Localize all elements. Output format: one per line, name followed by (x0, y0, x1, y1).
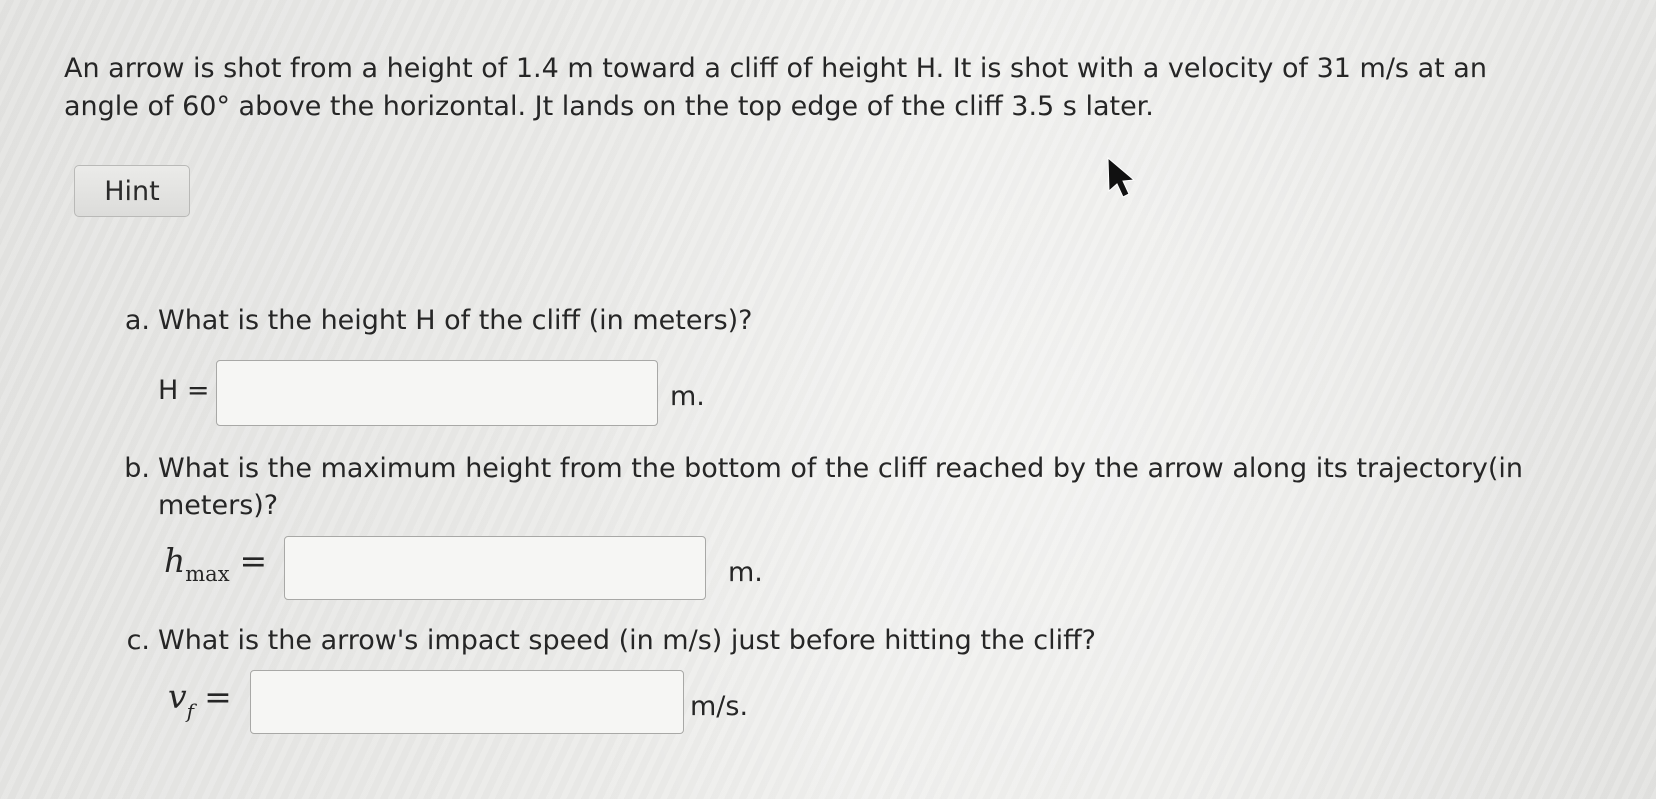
question-a: a. What is the height H of the cliff (in … (112, 302, 753, 339)
height-unit: m. (670, 381, 705, 412)
question-b: b. What is the maximum height from the bo… (112, 450, 1523, 524)
max-height-unit: m. (728, 557, 763, 588)
cliff-height-input[interactable] (216, 360, 658, 426)
impact-speed-unit: m/s. (690, 691, 749, 722)
vf-equals: = (204, 677, 232, 716)
question-b-text-line1: What is the maximum height from the bott… (158, 453, 1523, 484)
impact-speed-input[interactable] (250, 670, 684, 734)
mouse-pointer-icon (1107, 156, 1136, 198)
hmax-subscript: max (185, 562, 230, 586)
question-c: c. What is the arrow's impact speed (in m… (112, 622, 1096, 659)
question-c-letter: c. (126, 625, 150, 656)
hmax-label: hmax = (164, 541, 268, 586)
question-a-letter: a. (124, 305, 150, 336)
question-b-letter: b. (124, 453, 150, 484)
question-c-text: What is the arrow's impact speed (in m/s… (158, 625, 1096, 656)
problem-line-2: angle of 60° above the horizontal. Jt la… (64, 91, 1154, 122)
question-a-text: What is the height H of the cliff (in me… (158, 305, 753, 336)
hmax-equals: = (239, 541, 268, 580)
max-height-input[interactable] (284, 536, 706, 600)
height-label: H = (158, 375, 210, 406)
hint-button[interactable]: Hint (74, 165, 190, 217)
vf-label: vf = (168, 677, 232, 723)
question-b-text-line2: meters)? (158, 490, 279, 521)
problem-statement: An arrow is shot from a height of 1.4 m … (64, 50, 1604, 126)
vf-subscript: f (186, 699, 195, 723)
vf-var: v (168, 677, 187, 716)
problem-line-1: An arrow is shot from a height of 1.4 m … (64, 53, 1487, 84)
hmax-var: h (164, 541, 186, 580)
